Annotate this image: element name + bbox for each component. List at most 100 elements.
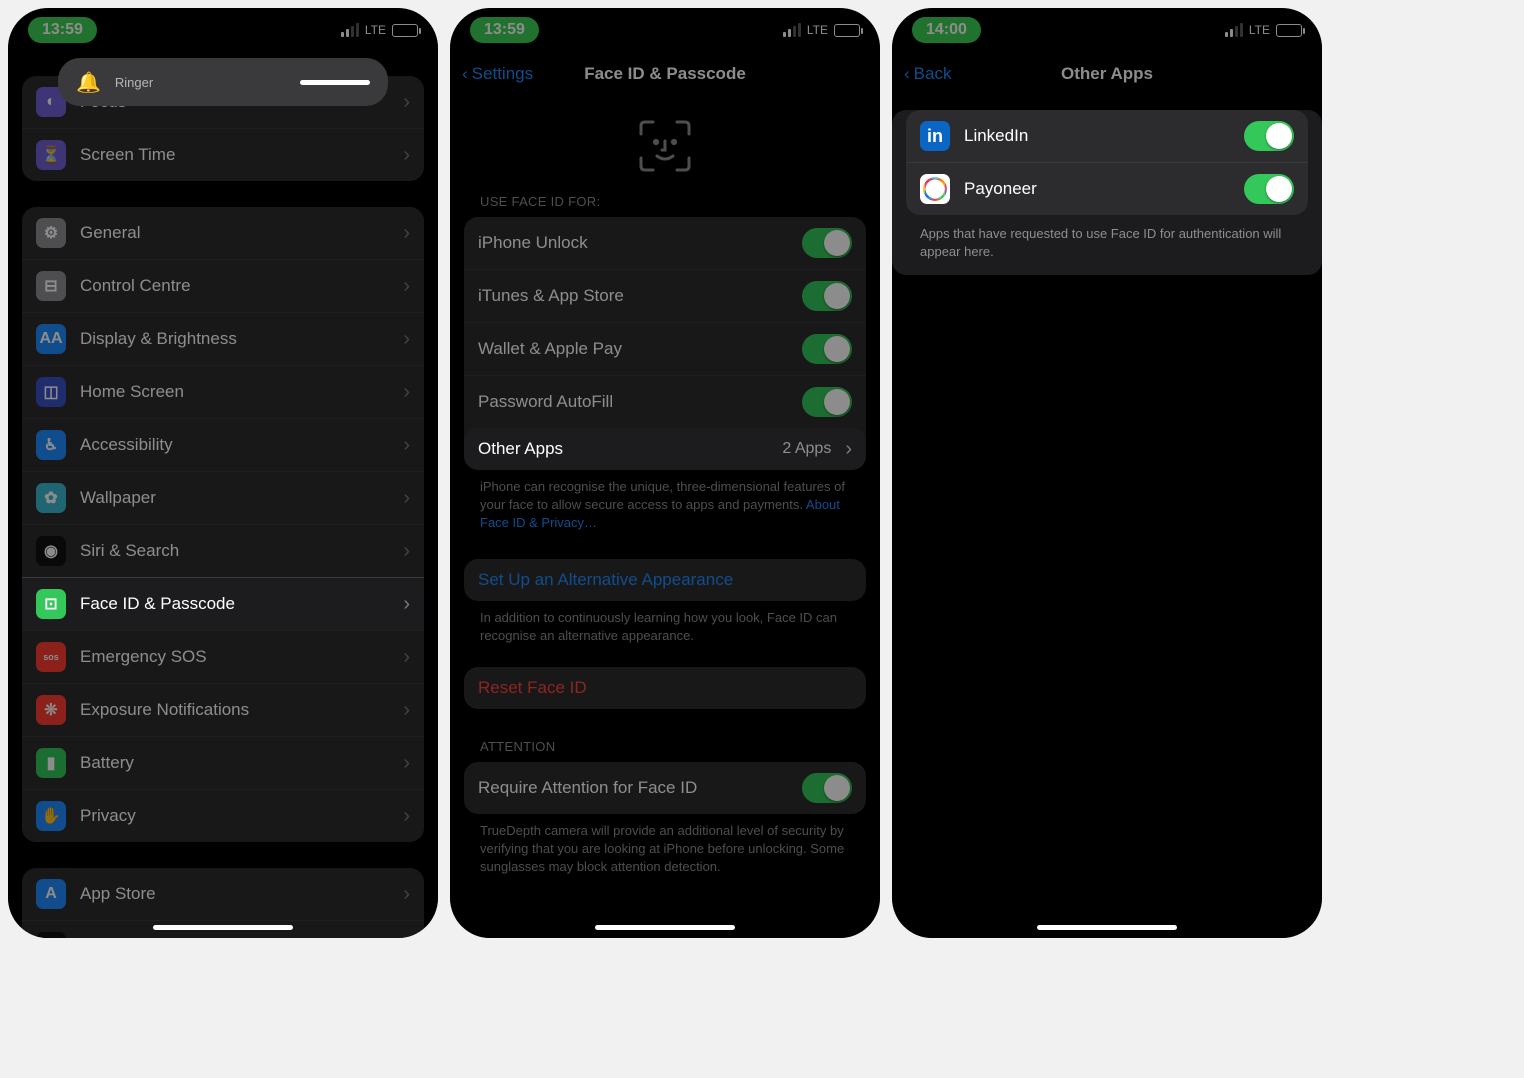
settings-label: Display & Brightness (80, 329, 389, 349)
control-centre-icon: ⊟ (36, 271, 66, 301)
ringer-volume-bar (300, 80, 370, 85)
settings-label: Emergency SOS (80, 647, 389, 667)
toggle-label: Wallet & Apple Pay (478, 339, 788, 359)
settings-row-control-centre[interactable]: ⊟Control Centre› (22, 259, 424, 312)
home-indicator[interactable] (153, 925, 293, 930)
faceid-icon (635, 116, 695, 176)
settings-label: App Store (80, 884, 389, 904)
chevron-right-icon: › (403, 329, 410, 349)
linkedin-icon: in (920, 121, 950, 151)
settings-label: Face ID & Passcode (80, 594, 389, 614)
emergency-sos-icon: sos (36, 642, 66, 672)
settings-label: Wallpaper (80, 488, 389, 508)
settings-row-app-store[interactable]: AApp Store› (22, 868, 424, 920)
privacy-icon: ✋ (36, 801, 66, 831)
chevron-right-icon: › (403, 435, 410, 455)
status-bar: 13:59 LTE (8, 8, 438, 52)
wallpaper-icon: ✿ (36, 483, 66, 513)
payoneer-icon (920, 174, 950, 204)
back-button[interactable]: ‹ Settings (462, 64, 533, 84)
settings-row-home-screen[interactable]: ◫Home Screen› (22, 365, 424, 418)
settings-row-display-brightness[interactable]: AA Display & Brightness › (22, 312, 424, 365)
exposure-notifications-icon: ❊ (36, 695, 66, 725)
nav-bar: ‹ Back Other Apps (892, 52, 1322, 96)
faceid-description: iPhone can recognise the unique, three-d… (464, 470, 866, 533)
settings-row-exposure-notifications[interactable]: ❊ Exposure Notifications › (22, 683, 424, 736)
status-bar: 13:59 LTE (450, 8, 880, 52)
network-label: LTE (1249, 23, 1270, 37)
row-require-attention[interactable]: Require Attention for Face ID (464, 762, 866, 814)
reset-faceid-button[interactable]: Reset Face ID (464, 667, 866, 709)
screen-settings-list: 13:59 LTE 🔔 Ringer ◐Focus›⏳Screen Time›⚙… (8, 8, 438, 938)
back-label: Back (914, 64, 952, 84)
settings-row-wallpaper[interactable]: ✿ Wallpaper › (22, 471, 424, 524)
row-iphone-unlock[interactable]: iPhone Unlock (464, 217, 866, 269)
toggle-label: iPhone Unlock (478, 233, 788, 253)
settings-row-face-id-passcode[interactable]: ⊡ Face ID & Passcode › (22, 577, 424, 630)
ringer-label: Ringer (115, 75, 286, 90)
section-header-attention: ATTENTION (464, 739, 866, 762)
network-label: LTE (365, 23, 386, 37)
general-icon: ⚙ (36, 218, 66, 248)
toggle-iphone-unlock[interactable] (802, 228, 852, 258)
battery-icon (1276, 24, 1302, 37)
network-label: LTE (807, 23, 828, 37)
other-apps-detail: 2 Apps (782, 440, 831, 458)
settings-row-privacy[interactable]: ✋Privacy› (22, 789, 424, 842)
chevron-right-icon: › (845, 439, 852, 459)
siri-search-icon: ◉ (36, 536, 66, 566)
row-app-payoneer[interactable]: Payoneer (906, 162, 1308, 215)
chevron-right-icon: › (403, 382, 410, 402)
bell-icon: 🔔 (76, 70, 101, 95)
display-brightness-icon: AA (36, 324, 66, 354)
settings-row-general[interactable]: ⚙ General › (22, 207, 424, 259)
chevron-right-icon: › (403, 92, 410, 112)
home-indicator[interactable] (1037, 925, 1177, 930)
toggle-payoneer[interactable] (1244, 174, 1294, 204)
toggle-password-autofill[interactable] (802, 387, 852, 417)
settings-label: Home Screen (80, 382, 389, 402)
app-store-icon: A (36, 879, 66, 909)
chevron-left-icon: ‹ (904, 64, 910, 84)
toggle-require-attention[interactable] (802, 773, 852, 803)
row-other-apps[interactable]: Other Apps 2 Apps › (464, 428, 866, 470)
chevron-right-icon: › (403, 647, 410, 667)
chevron-right-icon: › (403, 488, 410, 508)
status-time: 13:59 (28, 17, 97, 43)
battery-icon (834, 24, 860, 37)
settings-row-accessibility[interactable]: ♿︎Accessibility› (22, 418, 424, 471)
toggle-itunes-app-store[interactable] (802, 281, 852, 311)
toggle-wallet-apple-pay[interactable] (802, 334, 852, 364)
settings-row-battery[interactable]: ▮Battery› (22, 736, 424, 789)
settings-scroll[interactable]: ◐Focus›⏳Screen Time›⚙General›⊟Control Ce… (8, 116, 438, 938)
settings-label: General (80, 223, 389, 243)
back-button[interactable]: ‹ Back (904, 64, 951, 84)
status-bar: 14:00 LTE (892, 8, 1322, 52)
setup-alt-appearance-button[interactable]: Set Up an Alternative Appearance (464, 559, 866, 601)
chevron-right-icon: › (403, 223, 410, 243)
accessibility-icon: ♿︎ (36, 430, 66, 460)
toggle-linkedin[interactable] (1244, 121, 1294, 151)
signal-icon (1225, 23, 1243, 37)
other-apps-label: Other Apps (478, 439, 768, 459)
settings-row-emergency-sos[interactable]: sos Emergency SOS › (22, 630, 424, 683)
row-password-autofill[interactable]: Password AutoFill (464, 375, 866, 428)
chevron-right-icon: › (403, 700, 410, 720)
chevron-right-icon: › (403, 806, 410, 826)
back-label: Settings (472, 64, 533, 84)
row-app-linkedin[interactable]: inLinkedIn (906, 110, 1308, 162)
home-indicator[interactable] (595, 925, 735, 930)
face-id-passcode-icon: ⊡ (36, 589, 66, 619)
settings-label: Battery (80, 753, 389, 773)
attention-footer: TrueDepth camera will provide an additio… (464, 814, 866, 877)
settings-label: Exposure Notifications (80, 700, 389, 720)
settings-row-screen-time[interactable]: ⏳Screen Time› (22, 128, 424, 181)
nav-bar: ‹ Settings Face ID & Passcode (450, 52, 880, 96)
row-wallet-apple-pay[interactable]: Wallet & Apple Pay (464, 322, 866, 375)
row-itunes-app-store[interactable]: iTunes & App Store (464, 269, 866, 322)
chevron-right-icon: › (403, 594, 410, 614)
other-apps-spotlight: inLinkedInPayoneer Apps that have reques… (892, 110, 1322, 275)
settings-row-siri-search[interactable]: ◉Siri & Search› (22, 524, 424, 577)
nav-title: Face ID & Passcode (584, 64, 746, 84)
nav-title: Other Apps (1061, 64, 1153, 84)
